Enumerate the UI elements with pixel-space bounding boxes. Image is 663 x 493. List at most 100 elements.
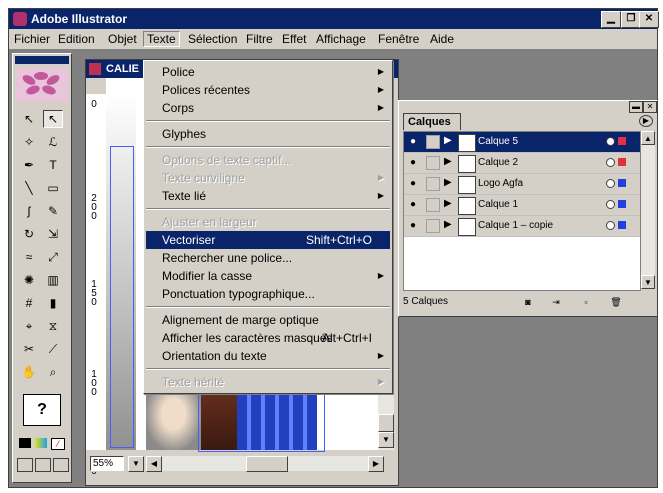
lock-toggle[interactable]	[426, 177, 440, 191]
mesh-tool-icon[interactable]: #	[19, 294, 39, 312]
lock-toggle[interactable]	[426, 135, 440, 149]
gradient-tool-icon[interactable]: ▮	[43, 294, 63, 312]
panel-menu-icon[interactable]: ▶	[639, 115, 653, 127]
layers-scrollbar[interactable]: ▲ ▼	[641, 131, 655, 289]
new-layer-icon[interactable]: ▫	[579, 295, 593, 309]
eyedropper-tool-icon[interactable]: ⌖	[19, 317, 39, 335]
lock-toggle[interactable]	[426, 198, 440, 212]
symbol-sprayer-tool-icon[interactable]: ✺	[19, 271, 39, 289]
paintbrush-tool-icon[interactable]: ʃ	[19, 202, 39, 220]
horizontal-scroll-thumb[interactable]	[246, 456, 288, 472]
layers-tab[interactable]: Calques	[403, 113, 461, 130]
fill-stroke-icon[interactable]: ?	[23, 394, 61, 426]
scroll-thumb[interactable]	[378, 414, 394, 432]
lock-toggle[interactable]	[426, 219, 440, 233]
target-circle-icon[interactable]	[606, 137, 615, 146]
menu-item[interactable]: Alignement de marge optique	[146, 311, 390, 329]
line-segment-tool-icon[interactable]: ╲	[19, 179, 39, 197]
menu-selection[interactable]: Sélection	[185, 32, 240, 46]
lock-toggle[interactable]	[426, 156, 440, 170]
rectangle-tool-icon[interactable]: ▭	[43, 179, 63, 197]
layer-row[interactable]: ● ▶ Calque 1 – copie	[404, 216, 640, 237]
make-clipping-mask-icon[interactable]: ◙	[521, 295, 535, 309]
warp-tool-icon[interactable]: ≈	[19, 248, 39, 266]
menu-item[interactable]: Texte lié ▶	[146, 187, 390, 205]
expand-triangle-icon[interactable]: ▶	[444, 135, 452, 146]
toolbox-titlebar[interactable]	[15, 56, 69, 64]
zoom-dropdown-icon[interactable]: ▼	[128, 456, 144, 472]
horizontal-scrollbar[interactable]: ◀ ▶	[146, 456, 384, 472]
zoom-tool-icon[interactable]: ⌕	[43, 363, 63, 381]
magic-wand-tool-icon[interactable]: ✧	[19, 133, 39, 151]
expand-triangle-icon[interactable]: ▶	[444, 177, 452, 188]
expand-triangle-icon[interactable]: ▶	[444, 198, 452, 209]
menu-item[interactable]: Corps ▶	[146, 99, 390, 117]
visibility-eye-icon[interactable]: ●	[406, 136, 420, 148]
type-tool-icon[interactable]: T	[43, 156, 63, 174]
menu-affichage[interactable]: Affichage	[313, 32, 369, 46]
free-transform-tool-icon[interactable]: ⤢	[43, 248, 63, 266]
visibility-eye-icon[interactable]: ●	[406, 178, 420, 190]
direct-selection-arrow-tool-icon[interactable]: ↖	[43, 110, 63, 128]
layer-row[interactable]: ● ▶ Logo Agfa	[404, 174, 640, 195]
rotate-tool-icon[interactable]: ↻	[19, 225, 39, 243]
menu-objet[interactable]: Objet	[105, 32, 140, 46]
expand-triangle-icon[interactable]: ▶	[444, 219, 452, 230]
screen-mode-standard-icon[interactable]	[17, 458, 33, 472]
blend-tool-icon[interactable]: ⧖	[43, 317, 63, 335]
layer-row[interactable]: ● ▶ Calque 1	[404, 195, 640, 216]
menu-fichier[interactable]: Fichier	[11, 32, 53, 46]
menu-filtre[interactable]: Filtre	[243, 32, 276, 46]
layer-row[interactable]: ● ▶ Calque 2	[404, 153, 640, 174]
menu-item[interactable]: Orientation du texte ▶	[146, 347, 390, 365]
menu-item[interactable]: Modifier la casse ▶	[146, 267, 390, 285]
color-mode-icon[interactable]	[19, 438, 31, 448]
menu-item[interactable]: Ponctuation typographique...	[146, 285, 390, 303]
selection-arrow-tool-icon[interactable]: ↖	[19, 110, 39, 128]
menu-item[interactable]: Police ▶	[146, 63, 390, 81]
menu-item[interactable]: Rechercher une police...	[146, 249, 390, 267]
restore-button[interactable]: ❐	[621, 11, 641, 28]
gradient-mode-icon[interactable]	[35, 438, 47, 448]
menu-item[interactable]: Glyphes	[146, 125, 390, 143]
column-graph-tool-icon[interactable]: ▥	[43, 271, 63, 289]
menu-fenetre[interactable]: Fenêtre	[375, 32, 422, 46]
menu-item[interactable]: Polices récentes ▶	[146, 81, 390, 99]
panel-close-icon[interactable]: ✕	[643, 101, 657, 113]
pencil-tool-icon[interactable]: ✎	[43, 202, 63, 220]
scale-tool-icon[interactable]: ⇲	[43, 225, 63, 243]
layers-scroll-down-icon[interactable]: ▼	[641, 275, 655, 289]
menu-effet[interactable]: Effet	[279, 32, 309, 46]
screen-mode-full-icon[interactable]	[53, 458, 69, 472]
close-button[interactable]: ✕	[639, 11, 659, 28]
scroll-right-icon[interactable]: ▶	[368, 456, 384, 472]
expand-triangle-icon[interactable]: ▶	[444, 156, 452, 167]
target-circle-icon[interactable]	[606, 200, 615, 209]
scroll-down-icon[interactable]: ▼	[378, 432, 394, 448]
screen-mode-full-menu-icon[interactable]	[35, 458, 51, 472]
knife-tool-icon[interactable]: ⟋	[43, 340, 63, 358]
target-circle-icon[interactable]	[606, 179, 615, 188]
target-circle-icon[interactable]	[606, 221, 615, 230]
baby-photo-artwork[interactable]	[146, 385, 201, 450]
selection-bounding-box[interactable]	[110, 146, 134, 448]
menu-aide[interactable]: Aide	[427, 32, 457, 46]
panel-minimize-icon[interactable]: ▬	[629, 101, 643, 113]
scissors-tool-icon[interactable]: ✂	[19, 340, 39, 358]
none-mode-icon[interactable]: ⁄	[51, 438, 65, 450]
lasso-tool-icon[interactable]: ℒ	[43, 133, 63, 151]
layer-row[interactable]: ● ▶ Calque 5	[404, 132, 640, 153]
layers-panel-titlebar[interactable]: ▬ ✕	[399, 101, 657, 113]
visibility-eye-icon[interactable]: ●	[406, 157, 420, 169]
menu-item[interactable]: Vectoriser Shift+Ctrl+O	[146, 231, 390, 249]
visibility-eye-icon[interactable]: ●	[406, 199, 420, 211]
layers-scroll-up-icon[interactable]: ▲	[641, 131, 655, 145]
hand-tool-icon[interactable]: ✋	[19, 363, 39, 381]
delete-layer-icon[interactable]: 🗑	[609, 295, 623, 309]
menu-item[interactable]: Afficher les caractères masqués Alt+Ctrl+…	[146, 329, 390, 347]
new-sublayer-icon[interactable]: ⇥	[549, 295, 563, 309]
pen-tool-icon[interactable]: ✒	[19, 156, 39, 174]
menu-edition[interactable]: Edition	[55, 32, 98, 46]
scroll-left-icon[interactable]: ◀	[146, 456, 162, 472]
menu-texte[interactable]: Texte	[143, 31, 180, 47]
